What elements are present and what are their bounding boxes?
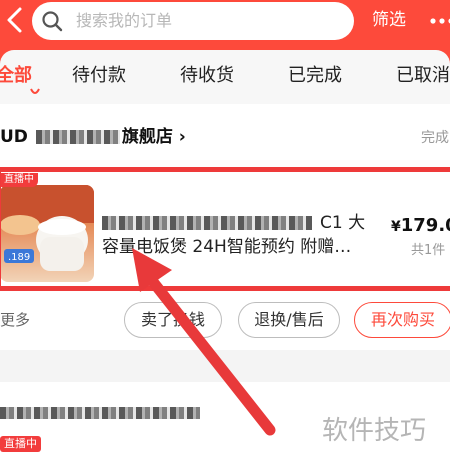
chevron-right-icon: › <box>178 127 186 147</box>
tab-all[interactable]: 全部 <box>0 64 32 88</box>
store-name[interactable]: UD 旗舰店 › <box>0 126 186 148</box>
highlight-box <box>0 167 450 291</box>
more-actions-link[interactable]: 更多 <box>0 310 30 330</box>
tab-pending-receipt[interactable]: 待收货 <box>180 64 234 88</box>
filter-button[interactable]: 筛选 <box>372 9 406 31</box>
watermark-text: 软件技巧 <box>322 416 427 446</box>
rebuy-button[interactable]: 再次购买 <box>354 302 450 338</box>
search-icon <box>42 11 63 32</box>
refund-button[interactable]: 退换/售后 <box>238 302 340 338</box>
sell-button[interactable]: 卖了换钱 <box>124 302 222 338</box>
live-badge: 直播中 <box>0 436 41 452</box>
tab-active-indicator <box>30 88 40 94</box>
tab-cancelled[interactable]: 已取消 <box>396 64 450 88</box>
back-arrow-icon[interactable] <box>2 3 30 37</box>
header-bar: 搜索我的订单 筛选 全部 待付款 待收货 已完成 已取消 <box>0 0 450 104</box>
store-name[interactable] <box>0 402 200 421</box>
search-input[interactable]: 搜索我的订单 <box>32 2 354 40</box>
more-dots-icon[interactable] <box>430 18 450 24</box>
tab-pending-payment[interactable]: 待付款 <box>72 64 126 88</box>
tab-completed[interactable]: 已完成 <box>288 64 342 88</box>
blurred-store-text <box>0 406 200 419</box>
blurred-store-text <box>35 130 120 144</box>
order-status: 完成 <box>421 130 449 146</box>
search-placeholder: 搜索我的订单 <box>76 11 173 30</box>
order-tabs: 全部 待付款 待收货 已完成 已取消 <box>0 50 450 104</box>
